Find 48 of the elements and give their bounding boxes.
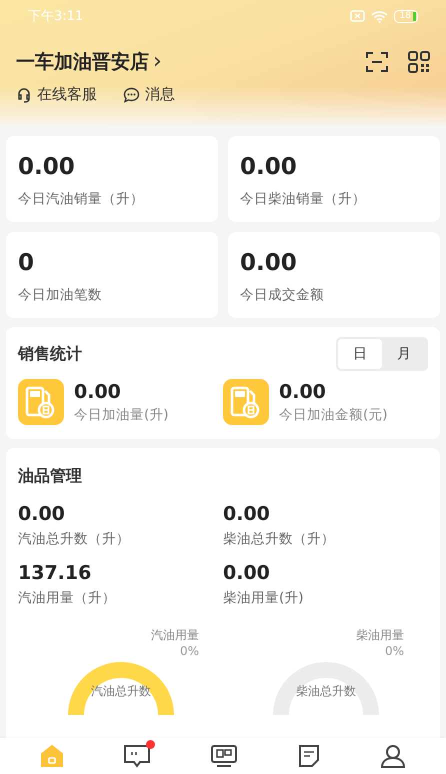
sales-value: 0.00 [74,380,122,402]
gauge-title: 柴油用量 [356,627,404,644]
qr-code-icon[interactable] [408,51,430,73]
fuel-pump-icon [223,379,269,425]
gauge-title: 汽油用量 [151,627,199,644]
monitor-icon[interactable] [210,744,238,768]
person-icon[interactable] [380,744,406,768]
header-link[interactable]: 消息 [145,85,175,104]
chevron-icon[interactable]: › [153,51,162,73]
header-link[interactable]: 在线客服 [37,85,97,104]
wifi-icon [370,10,388,22]
section-title: 销售统计 [18,344,83,364]
status-time: 下午3:11 [28,8,84,25]
oil-label: 柴油总升数（升） [223,530,336,548]
oil-label: 汽油用量（升） [18,589,117,607]
stat-label: 今日加油笔数 [18,286,103,304]
period-tab[interactable]: 月 [382,339,426,369]
oil-value: 137.16 [18,562,92,584]
chat-icon[interactable] [122,744,151,768]
stat-value: 0.00 [18,154,76,180]
store-name[interactable]: 一车加油晋安店 [16,49,149,75]
gauge-center-label: 柴油总升数 [295,683,357,700]
stat-label: 今日汽油销量（升） [18,190,145,208]
oil-label: 柴油用量(升) [223,589,305,607]
scan-icon[interactable] [366,51,388,73]
gauge-percent: 0% [384,644,404,658]
sales-label: 今日加油金额(元) [279,406,388,424]
sim-icon [350,10,365,22]
oil-value: 0.00 [18,503,66,525]
stat-value: 0 [18,250,36,276]
note-icon[interactable] [297,744,322,768]
oil-label: 汽油总升数（升） [18,530,131,548]
stat-label: 今日柴油销量（升） [240,190,367,208]
oil-value: 0.00 [223,503,271,525]
fuel-pump-icon [18,379,64,425]
gauge-center-label: 汽油总升数 [90,683,152,700]
headset-icon [16,86,32,102]
oil-value: 0.00 [223,562,271,584]
chat-bubble-icon [123,86,140,102]
section-title: 油品管理 [18,466,83,487]
battery-indicator: 18 [394,10,418,22]
stat-label: 今日成交金额 [240,286,325,304]
sales-label: 今日加油量(升) [74,406,169,424]
stat-value: 0.00 [240,250,298,276]
stat-value: 0.00 [240,154,298,180]
gauge-percent: 0% [180,644,199,658]
sales-value: 0.00 [279,380,327,402]
period-tab[interactable]: 日 [338,339,382,369]
